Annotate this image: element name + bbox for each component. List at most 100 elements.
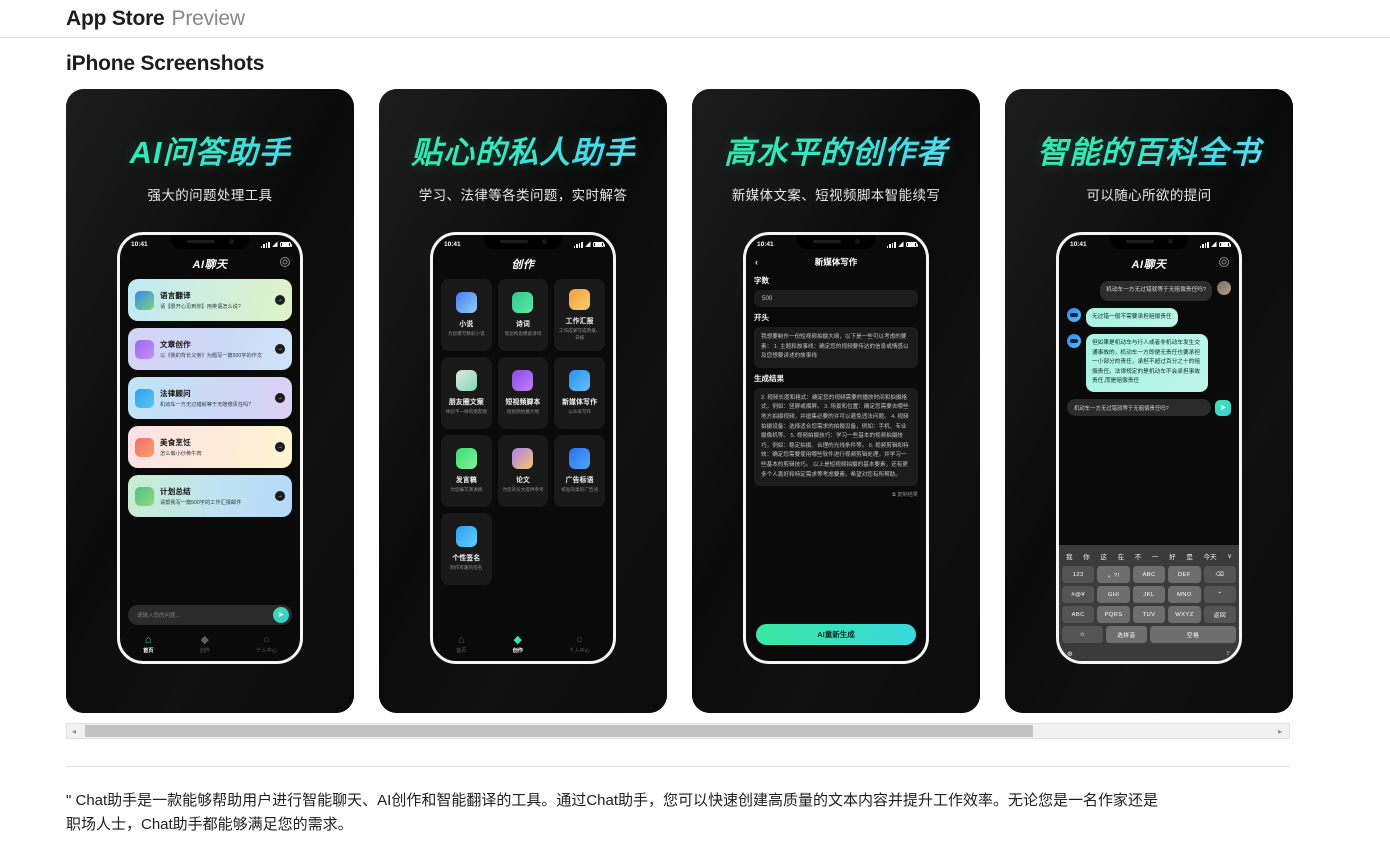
grid-item[interactable]: 广告标语 校准同类的广告语 [554,435,605,507]
key-abc[interactable]: ABC [1132,566,1166,583]
tab-create[interactable]: ◆ 创作 [200,634,210,654]
copy-result-button[interactable]: ⧉ 复制结果 [754,491,918,499]
backspace-icon[interactable]: ⌫ [1203,566,1237,583]
grid-item-title: 论文 [515,477,530,485]
app-store-preview-label: Preview [171,6,245,30]
chevron-down-icon[interactable]: ∨ [1227,552,1232,560]
status-time: 10:41 [131,241,148,248]
arrow-right-icon[interactable]: → [275,442,285,452]
screenshot-3[interactable]: 高水平的创作者 新媒体文案、短视频脚本智能续写 10:41 ◢ ‹ 新媒体写作 … [692,89,980,713]
tab-profile[interactable]: ○ 个人中心 [569,634,590,654]
emoji-icon[interactable]: ☺ [1062,626,1103,643]
scroll-right-arrow-icon[interactable]: ▸ [1273,727,1287,736]
app-store-brand: App Store [66,6,165,30]
back-icon[interactable]: ‹ [755,257,758,267]
grid-item-title: 短视频脚本 [505,399,541,407]
tab-bar-1[interactable]: ⌂ 首页 ◆ 创作 ○ 个人中心 [120,634,300,654]
grid-item[interactable]: 朋友圈文案 体验不一样的朋友圈 [441,357,492,429]
grid-item[interactable]: 新媒体写作 公众号写作 [554,357,605,429]
screenshots-carousel[interactable]: AI问答助手 强大的问题处理工具 10:41 ◢ AI聊天 语言翻译 请【很开心… [0,76,1390,713]
scroll-left-arrow-icon[interactable]: ◂ [67,727,81,736]
prompt-card[interactable]: 语言翻译 请【很开心见到你】用英语怎么说? → [128,279,292,321]
chat-text-input[interactable]: 机动车一方无过错就等于无赔偿责任吗? [1067,399,1211,417]
grid-item[interactable]: 短视频脚本 短视频拍摄大纲 [497,357,549,429]
arrow-right-icon[interactable]: → [275,344,285,354]
send-icon[interactable]: ➤ [1215,399,1231,416]
keyboard-suggestions[interactable]: 我 你 这 在 不 一 好 是 今天 ∨ [1062,549,1236,566]
globe-icon[interactable]: ⊕ [1067,650,1073,658]
prompt-card[interactable]: 美食烹饪 怎么做小炒黄牛肉 → [128,426,292,468]
suggestion[interactable]: 不 [1135,551,1142,561]
key-abc-mode[interactable]: ABC [1062,606,1095,623]
profile-icon: ○ [576,634,583,646]
prompt-card[interactable]: 计划总结 请帮我写一篇500字的工作汇报邮件 → [128,475,292,517]
grid-item[interactable]: 小说 为您模写精彩小说 [441,279,492,351]
grid-item[interactable]: 发言稿 为您编写演讲稿 [441,435,492,507]
suggestion[interactable]: 今天 [1204,551,1217,561]
grid-item-subtitle: 为您的论文提供参考 [502,487,544,493]
regenerate-button[interactable]: AI重新生成 [756,624,916,645]
chat-input-bar[interactable]: 机动车一方无过错就等于无赔偿责任吗? ➤ [1067,399,1231,417]
tab-home[interactable]: ⌂ 首页 [456,634,466,654]
arrow-right-icon[interactable]: → [275,393,285,403]
horizontal-scrollbar[interactable]: ◂ ▸ [66,723,1290,739]
message-input-placeholder[interactable]: 请输入您的问题... [137,611,273,619]
screenshots-row: AI问答助手 强大的问题处理工具 10:41 ◢ AI聊天 语言翻译 请【很开心… [66,89,1390,713]
grid-item[interactable]: 工作汇报 工作成果写成周报、日报 [554,279,605,351]
gear-icon[interactable] [1219,257,1229,267]
keyboard-row: #@¥ GHI JKL MNO ⌃ [1062,586,1237,603]
prompt-card[interactable]: 法律顾问 机动车一方无过错就等于无赔偿责任吗? → [128,377,292,419]
key-return[interactable]: 返回 [1203,606,1237,623]
tab-create[interactable]: ◆ 创作 [513,634,523,654]
key-mno[interactable]: MNO [1168,586,1201,603]
key-pinyin[interactable]: 选拼音 [1105,626,1147,643]
key-punct[interactable]: 。?! [1097,566,1130,583]
key-wxyz[interactable]: WXYZ [1168,606,1201,623]
send-icon[interactable]: ➤ [273,607,289,623]
app-title-text-2: 创作 [511,259,535,271]
prompt-card[interactable]: 文章创作 以《我的背长父亲》为题写一篇500字的作文 → [128,328,292,370]
tab-label: 首页 [143,648,154,654]
arrow-right-icon[interactable]: → [275,491,285,501]
legal-icon [135,388,154,408]
key-symbols[interactable]: #@¥ [1062,586,1095,603]
grid-item[interactable]: 个性签名 制作有趣的签名 [441,513,492,585]
tab-bar-2[interactable]: ⌂ 首页 ◆ 创作 ○ 个人中心 [433,634,613,654]
suggestion[interactable]: 一 [1152,551,1159,561]
screenshot-2[interactable]: 贴心的私人助手 学习、法律等各类问题，实时解答 10:41 ◢ 创作 小说 为您… [379,89,667,713]
keyboard-row: ☺ 选拼音 空格 [1062,626,1236,643]
key-tuv[interactable]: TUV [1132,606,1166,623]
suggestion[interactable]: 好 [1169,551,1176,561]
key-123[interactable]: 123 [1062,566,1095,583]
screenshot-4[interactable]: 智能的百科全书 可以随心所欲的提问 10:41 ◢ AI聊天 机动车一方无过错就… [1005,89,1293,713]
grid-item[interactable]: 诗词 帮您构思模索诗词 [497,279,549,351]
scrollbar-thumb[interactable] [85,725,1033,737]
suggestion[interactable]: 你 [1083,551,1090,561]
app-header-title-2: 创作 [441,256,605,272]
tab-home[interactable]: ⌂ 首页 [143,634,153,654]
key-def[interactable]: DEF [1168,566,1201,583]
grid-item-title: 广告标语 [565,477,594,485]
message-composer-1[interactable]: 请输入您的问题... ➤ [128,605,292,625]
keyboard[interactable]: 我 你 这 在 不 一 好 是 今天 ∨ 123 。?! ABC DEF ⌫ #… [1059,545,1239,661]
suggestion[interactable]: 这 [1100,551,1107,561]
mic-icon[interactable]: ♇ [1226,650,1231,657]
opening-textarea[interactable]: 我想要制作一份短视频拍摄大纲，以下是一些可以考虑的要素： 1. 主题和故事线：确… [754,327,918,368]
key-space[interactable]: 空格 [1149,626,1236,643]
grid-item[interactable]: 论文 为您的论文提供参考 [497,435,549,507]
suggestion[interactable]: 我 [1066,551,1073,561]
word-count-input[interactable]: 500 [754,290,918,307]
app-description: " Chat助手是一款能够帮助用户进行智能聊天、AI创作和智能翻译的工具。通过C… [66,792,1159,834]
key-ghi[interactable]: GHI [1097,586,1130,603]
suggestion[interactable]: 是 [1186,551,1193,561]
screenshot-1[interactable]: AI问答助手 强大的问题处理工具 10:41 ◢ AI聊天 语言翻译 请【很开心… [66,89,354,713]
word-count-value: 500 [762,295,773,302]
shift-icon[interactable]: ⌃ [1203,586,1237,603]
arrow-right-icon[interactable]: → [275,295,285,305]
gear-icon[interactable] [280,257,290,267]
suggestion[interactable]: 在 [1118,551,1125,561]
tab-profile[interactable]: ○ 个人中心 [256,634,277,654]
key-pqrs[interactable]: PQRS [1097,606,1130,623]
key-jkl[interactable]: JKL [1132,586,1166,603]
wifi-icon: ◢ [272,241,278,248]
